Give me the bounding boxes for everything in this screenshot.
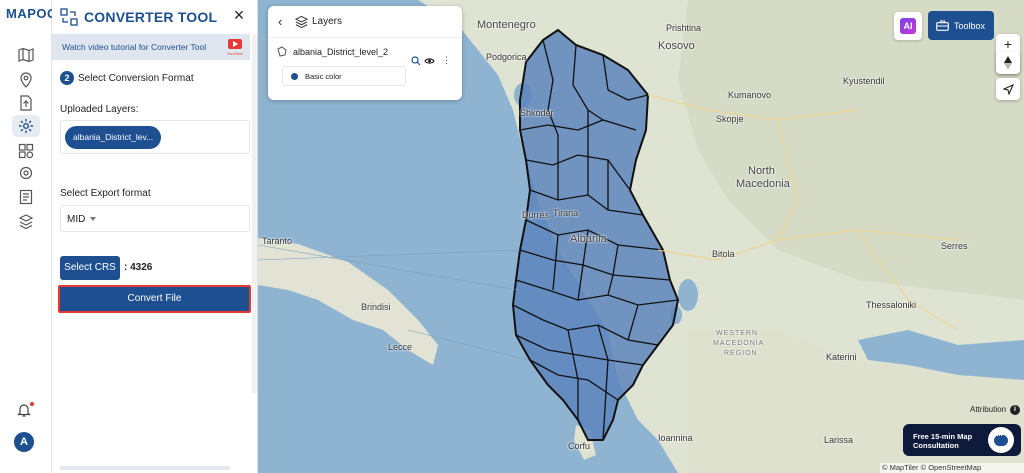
- map-label: Skopje: [716, 114, 744, 124]
- crs-value: : 4326: [124, 262, 153, 273]
- map-label: Katerini: [826, 352, 857, 362]
- panel-header: CONVERTER TOOL ×: [52, 0, 258, 34]
- select-crs-button[interactable]: Select CRS: [60, 256, 120, 280]
- close-icon[interactable]: ×: [230, 6, 248, 24]
- back-chevron-icon[interactable]: ‹: [278, 14, 282, 29]
- toolbox-icon: [936, 20, 949, 31]
- compass-button[interactable]: [996, 52, 1020, 74]
- ai-assistant-button[interactable]: AI: [894, 12, 922, 40]
- report-icon[interactable]: [12, 186, 40, 208]
- converter-tool-icon: [60, 8, 78, 26]
- layers-panel: ‹ Layers albania_District_level_2 ⋮ Basi…: [268, 6, 462, 100]
- map-label: Prishtina: [666, 23, 702, 33]
- layers-grid-icon[interactable]: [12, 140, 40, 162]
- map-label: Brindisi: [361, 302, 391, 312]
- map-label: Taranto: [262, 236, 293, 246]
- color-swatch: [291, 73, 298, 80]
- navigation-arrow-icon: [1002, 83, 1014, 95]
- divider: [268, 37, 462, 38]
- map-label: Thessaloniki: [866, 300, 917, 310]
- locate-button[interactable]: [996, 78, 1020, 100]
- map-copyright[interactable]: © MapTiler © OpenStreetMap contributors: [880, 463, 1024, 473]
- map-label: Ioannina: [658, 433, 693, 443]
- visibility-eye-icon[interactable]: [424, 57, 435, 65]
- map-label: Shkoder: [520, 108, 554, 118]
- map-label: Kumanovo: [728, 90, 772, 100]
- convert-file-button[interactable]: Convert File: [58, 285, 251, 313]
- chat-bubble-icon: [994, 430, 1008, 446]
- layers-stack-icon: [295, 15, 308, 28]
- upload-file-icon[interactable]: [12, 92, 40, 114]
- map-icon[interactable]: [12, 44, 40, 66]
- map-label: Kyustendil: [843, 76, 885, 86]
- uploaded-layers-box: albania_District_lev...: [60, 120, 250, 154]
- chevron-down-icon: [90, 217, 96, 221]
- panel-scrollbar[interactable]: [252, 34, 257, 394]
- consultation-card[interactable]: Free 15-min Map Consultation: [903, 424, 1021, 456]
- chat-button[interactable]: [988, 427, 1014, 453]
- tutorial-link[interactable]: Watch video tutorial for Converter Tool: [62, 42, 206, 52]
- map-label: Bitola: [712, 249, 735, 259]
- zoom-to-layer-icon[interactable]: [411, 56, 421, 66]
- map-label: Tirana: [553, 208, 579, 218]
- icon-rail: MAPOG A: [0, 0, 57, 473]
- map-label: Corfu: [568, 441, 591, 451]
- layer-style-row[interactable]: Basic color: [282, 66, 406, 86]
- ai-sparkle-icon: AI: [900, 18, 916, 34]
- step-number-badge: 2: [60, 71, 74, 85]
- info-icon[interactable]: i: [1010, 405, 1020, 415]
- more-options-icon[interactable]: ⋮: [442, 55, 451, 66]
- export-format-label: Select Export format: [60, 188, 151, 199]
- map-label: North: [748, 165, 775, 177]
- map-label: Podgorica: [486, 52, 527, 62]
- toolbox-label: Toolbox: [954, 21, 986, 31]
- youtube-label: YouTube: [227, 51, 243, 56]
- layer-style-label: Basic color: [305, 72, 342, 81]
- mapog-logo[interactable]: MAPOG: [6, 6, 58, 21]
- notification-bell-icon[interactable]: [16, 402, 36, 420]
- settings-cog-icon[interactable]: [12, 162, 40, 184]
- uploaded-layer-chip[interactable]: albania_District_lev...: [65, 126, 161, 149]
- layer-name[interactable]: albania_District_level_2: [293, 47, 388, 57]
- layers-panel-title: Layers: [312, 16, 343, 27]
- attribution-label[interactable]: Attribution: [970, 405, 1006, 414]
- avatar[interactable]: A: [14, 432, 34, 452]
- gear-icon[interactable]: [12, 115, 40, 137]
- map-label: MACEDONIA: [713, 340, 765, 347]
- tutorial-banner[interactable]: Watch video tutorial for Converter Tool …: [52, 34, 250, 60]
- map-label: Serres: [941, 241, 968, 251]
- map-label: Macedonia: [736, 178, 790, 190]
- map-label: Durrës: [522, 210, 550, 220]
- polygon-layer-icon: [277, 46, 287, 57]
- panel-horizontal-scrollbar[interactable]: [60, 466, 230, 470]
- map-label: REGION: [724, 350, 758, 357]
- map-label: Montenegro: [477, 19, 536, 31]
- notification-dot: [30, 402, 34, 406]
- map-label: Lecce: [388, 342, 413, 352]
- shared-map-icon[interactable]: [12, 210, 40, 232]
- step-title: Select Conversion Format: [78, 73, 194, 84]
- export-format-value: MID: [67, 214, 86, 225]
- zoom-in-button[interactable]: +: [996, 34, 1020, 54]
- compass-icon: [1004, 56, 1012, 70]
- converter-panel: CONVERTER TOOL × Watch video tutorial fo…: [52, 0, 258, 473]
- panel-title: CONVERTER TOOL: [84, 9, 218, 25]
- youtube-icon[interactable]: [228, 39, 242, 49]
- map-label: Kosovo: [658, 40, 695, 52]
- location-pin-icon[interactable]: [12, 69, 40, 91]
- map-label: Larissa: [824, 435, 854, 445]
- consultation-text: Free 15-min Map Consultation: [913, 432, 973, 450]
- map-label: WESTERN: [716, 330, 758, 337]
- toolbox-button[interactable]: Toolbox: [928, 11, 994, 40]
- map-label: Albania: [570, 233, 607, 245]
- export-format-select[interactable]: MID: [60, 205, 250, 232]
- uploaded-layers-label: Uploaded Layers:: [60, 104, 139, 115]
